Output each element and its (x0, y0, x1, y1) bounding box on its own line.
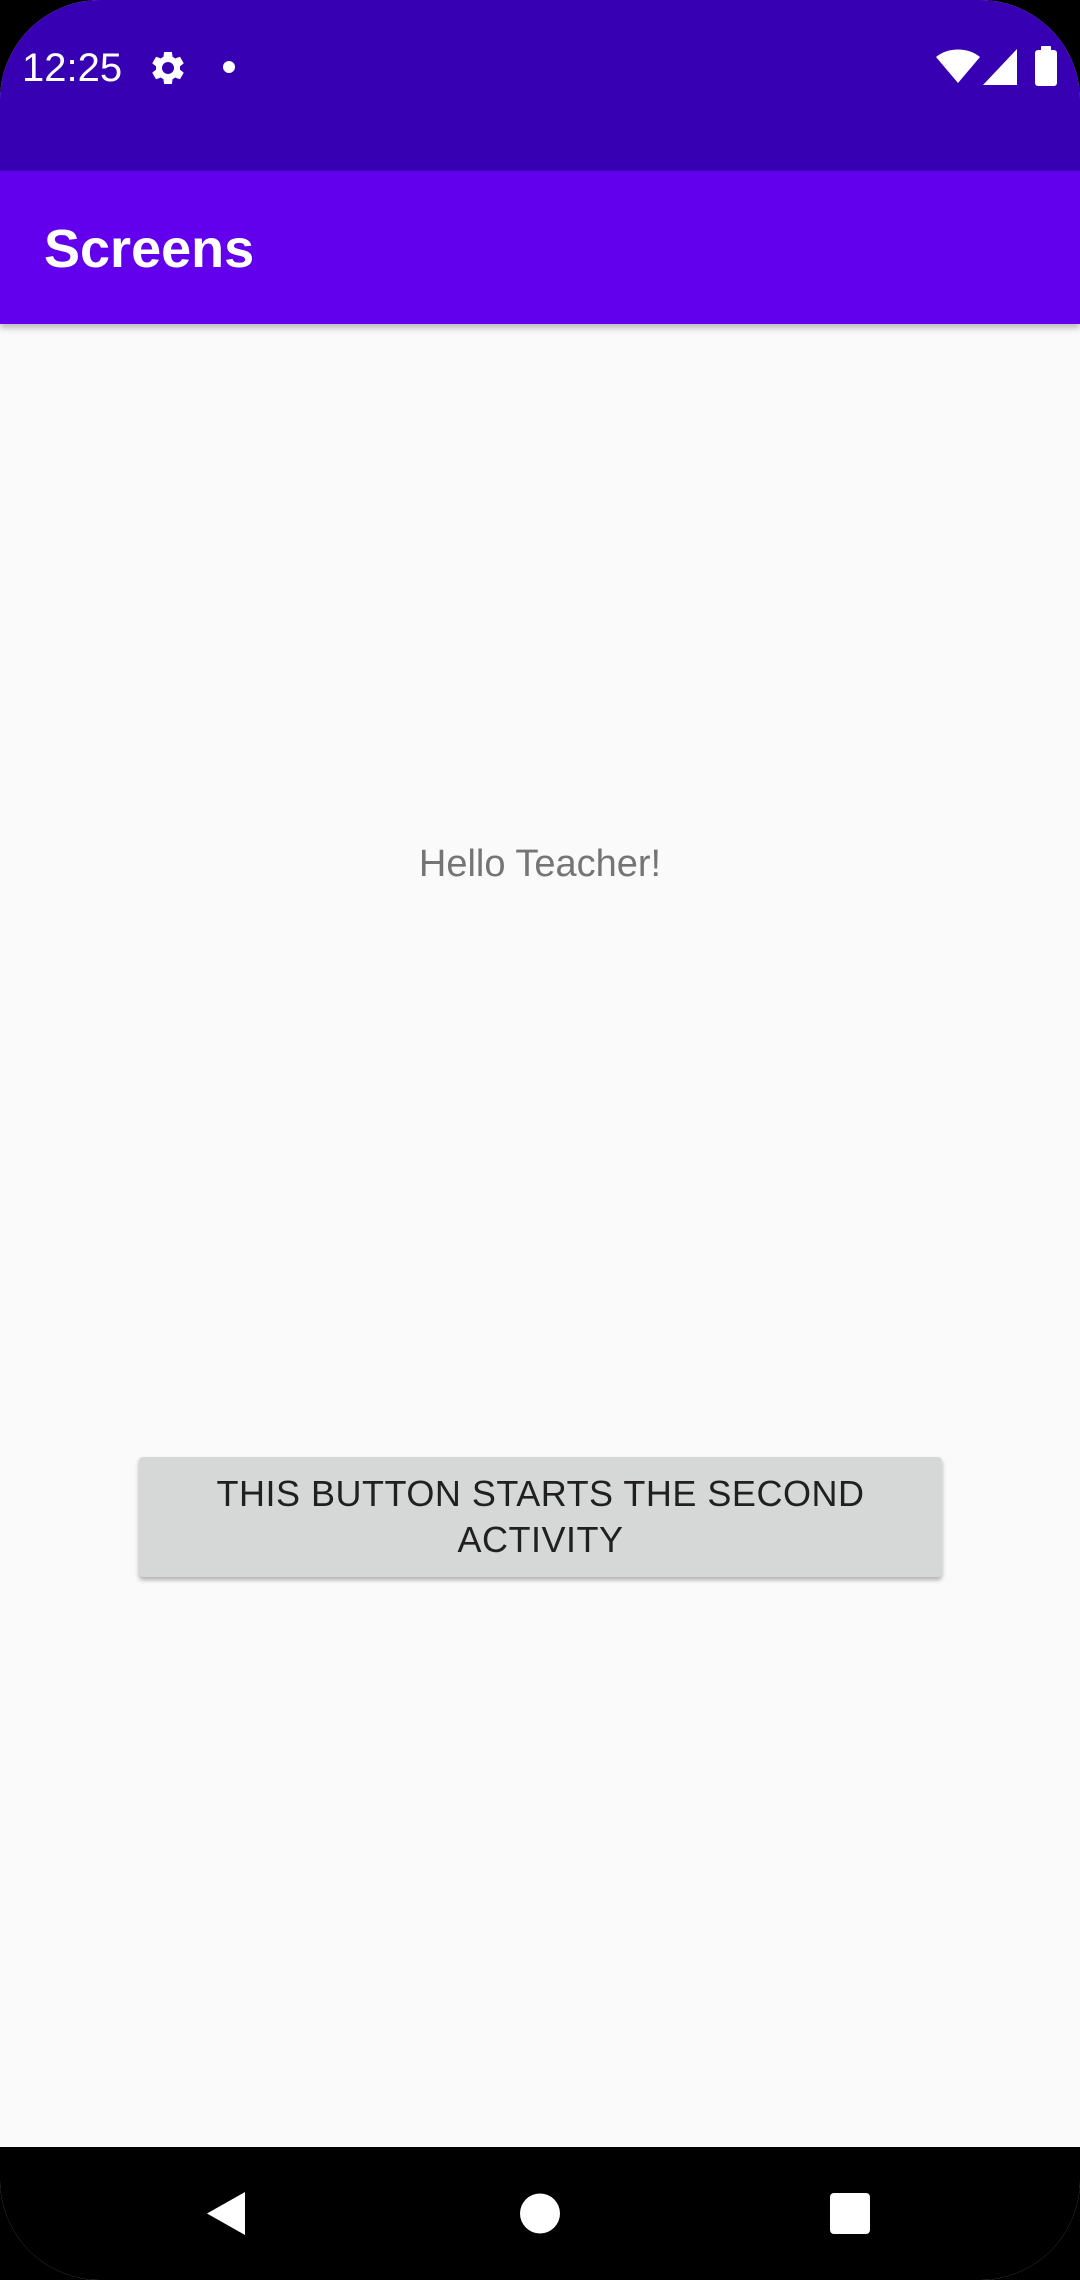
phone-screen: 12:25 Screens Hello Teacher! THIS BUTTON… (0, 0, 1080, 2280)
back-icon[interactable] (135, 2147, 315, 2280)
battery-icon (1035, 46, 1057, 86)
recents-icon[interactable] (760, 2147, 940, 2280)
start-second-activity-button[interactable]: THIS BUTTON STARTS THE SECOND ACTIVITY (139, 1457, 942, 1577)
navigation-bar (0, 2147, 1080, 2280)
home-icon[interactable] (450, 2147, 630, 2280)
cellular-signal-icon (983, 49, 1017, 85)
greeting-text: Hello Teacher! (418, 843, 662, 885)
main-content: Hello Teacher! THIS BUTTON STARTS THE SE… (0, 324, 1080, 2147)
notification-dot-icon (223, 61, 235, 73)
wifi-icon (936, 49, 980, 83)
app-title: Screens (44, 219, 255, 279)
status-time: 12:25 (22, 46, 123, 90)
app-bar: Screens (0, 171, 1080, 324)
settings-icon (152, 51, 184, 84)
status-bar: 12:25 (0, 0, 1080, 171)
